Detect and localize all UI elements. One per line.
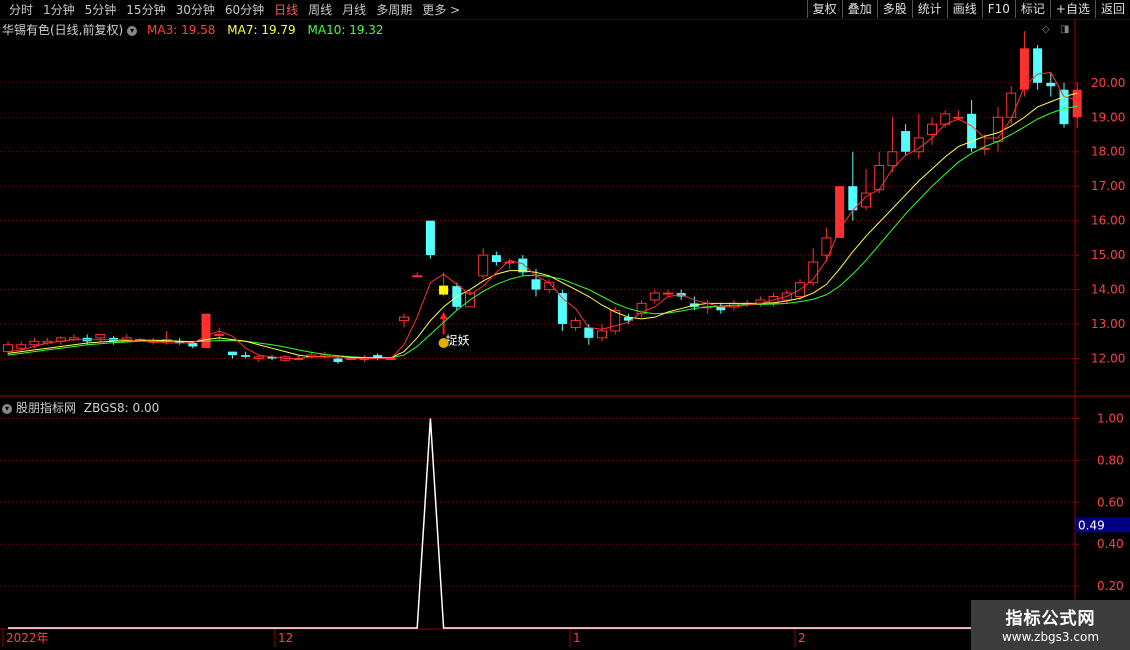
candle-body [927, 123, 937, 136]
time-label: 1 [573, 631, 581, 645]
candle-body [399, 316, 409, 322]
candle-body [953, 116, 964, 119]
candle-body [597, 330, 607, 339]
candle-body [241, 355, 251, 357]
y-tick-label: 18.00 [1091, 145, 1125, 159]
candle-body [1046, 82, 1056, 87]
candle-body [491, 255, 501, 263]
candle-body [584, 327, 594, 338]
candle-body [570, 320, 581, 329]
y-tick-label: 0.20 [1097, 579, 1124, 593]
candle-body [1006, 92, 1017, 118]
watermark-url: www.zbgs3.com [1001, 630, 1100, 644]
y-tick-label: 1.00 [1097, 411, 1124, 425]
candle-body [188, 343, 198, 347]
watermark: 指标公式网 www.zbgs3.com [971, 600, 1130, 650]
candle-body [412, 275, 423, 278]
signal-coin-icon [438, 338, 449, 349]
y-tick-label: 13.00 [1091, 317, 1125, 331]
candle-body [478, 254, 489, 277]
y-tick-label: 12.00 [1091, 352, 1125, 366]
zbgs8-line [8, 418, 1078, 629]
time-label: 12 [278, 631, 293, 645]
ma3-line [7, 71, 1078, 360]
chart-canvas[interactable]: 12.00 13.00 14.00 15.00 16.00 17.00 18.00 19.00… [0, 0, 1130, 650]
candle-body [333, 358, 343, 362]
candle-body [531, 279, 541, 290]
candle-body [425, 220, 435, 256]
y-tick-label: 0.40 [1097, 537, 1124, 551]
signal-arrow-head-icon [439, 312, 448, 319]
candle-body [1059, 89, 1069, 125]
candle-body [663, 292, 673, 295]
candle-body [649, 292, 660, 301]
candle-body [901, 131, 911, 152]
ma7-line [7, 92, 1078, 359]
y-tick-label: 15.00 [1091, 248, 1125, 262]
candle-body [201, 313, 211, 349]
candle-body [716, 306, 726, 311]
y-tick-label: 0.60 [1097, 495, 1124, 509]
candle-body [214, 333, 225, 336]
y-tick-label: 16.00 [1091, 214, 1125, 228]
candle-body [887, 151, 898, 167]
candle-body [3, 344, 13, 353]
time-label: 2 [798, 631, 806, 645]
watermark-title: 指标公式网 [1005, 609, 1096, 629]
candle-body [874, 165, 885, 191]
candle-body [95, 333, 106, 339]
time-label: 2022年 [6, 631, 49, 645]
y-tick-label: 14.00 [1091, 283, 1125, 297]
current-value-label: 0.49 [1078, 518, 1105, 532]
y-tick-label: 17.00 [1091, 179, 1125, 193]
signal-candle [439, 285, 449, 295]
candle-body [29, 340, 40, 346]
candle-body [16, 344, 27, 349]
y-tick-label: 19.00 [1091, 110, 1125, 124]
signal-label: 捉妖 [446, 333, 470, 348]
y-tick-label: 0.80 [1097, 453, 1124, 467]
candle-body [253, 356, 264, 360]
candle-body [227, 351, 237, 356]
y-tick-label: 20.00 [1091, 76, 1125, 90]
